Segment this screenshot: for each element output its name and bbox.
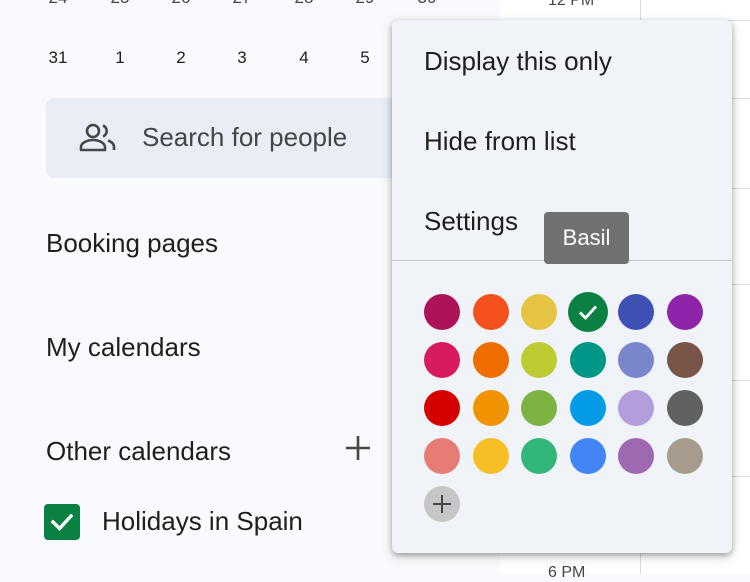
mini-calendar-day[interactable]: 3 [220, 38, 264, 78]
color-swatch[interactable] [618, 390, 654, 426]
mini-calendar-week-row: 24 25 26 27 28 29 30 [28, 0, 448, 18]
plus-icon [433, 495, 451, 513]
color-swatch[interactable] [666, 438, 703, 474]
time-label: 6 PM [548, 564, 586, 581]
mini-calendar-day[interactable]: 26 [159, 0, 203, 18]
plus-icon [346, 436, 370, 460]
calendar-name: Holidays in Spain [102, 506, 303, 536]
mini-calendar-day[interactable]: 4 [282, 38, 326, 78]
checkmark-icon [50, 513, 74, 531]
color-swatch-selected[interactable] [567, 292, 608, 332]
mini-calendar-day[interactable]: 1 [98, 38, 142, 78]
mini-calendar-day[interactable]: 30 [405, 0, 449, 18]
color-swatch[interactable] [521, 342, 557, 378]
mini-calendar-week-row: 31 1 2 3 4 5 [28, 38, 448, 78]
mini-calendar-day[interactable]: 5 [343, 38, 387, 78]
color-swatch[interactable] [521, 294, 557, 330]
calendar-checkbox[interactable] [44, 504, 80, 540]
calendar-list-item[interactable]: Holidays in Spain [44, 504, 374, 544]
mini-calendar-day[interactable]: 24 [36, 0, 80, 18]
mini-calendar-day[interactable]: 31 [36, 38, 80, 78]
color-swatch[interactable] [521, 438, 557, 474]
add-other-calendar-button[interactable] [338, 428, 378, 468]
color-swatch[interactable] [618, 342, 654, 378]
color-swatch[interactable] [666, 342, 703, 378]
color-swatch[interactable] [424, 342, 460, 378]
mini-calendar-day[interactable]: 28 [282, 0, 326, 18]
color-swatch[interactable] [424, 438, 460, 474]
color-swatch[interactable] [569, 342, 606, 378]
mini-calendar-day[interactable]: 29 [343, 0, 387, 18]
mini-calendar-day[interactable]: 27 [220, 0, 264, 18]
color-swatch[interactable] [666, 294, 703, 330]
search-placeholder: Search for people [142, 122, 348, 152]
color-swatch[interactable] [472, 294, 509, 330]
color-swatch[interactable] [618, 294, 654, 330]
mini-calendar-day[interactable]: 2 [159, 38, 203, 78]
color-tooltip: Basil [544, 212, 629, 264]
color-swatch[interactable] [569, 390, 606, 426]
color-swatch[interactable] [424, 390, 460, 426]
booking-pages-heading[interactable]: Booking pages [46, 228, 218, 259]
checkmark-icon [578, 305, 597, 321]
color-swatch[interactable] [521, 390, 557, 426]
time-label: 12 PM [548, 0, 595, 9]
search-people-field[interactable]: Search for people [46, 98, 426, 178]
color-swatch[interactable] [618, 438, 654, 474]
color-swatch[interactable] [472, 342, 509, 378]
color-swatch[interactable] [666, 390, 703, 426]
color-swatch[interactable] [472, 438, 509, 474]
other-calendars-heading[interactable]: Other calendars [46, 436, 231, 467]
color-swatch[interactable] [424, 294, 460, 330]
menu-item-display-this-only[interactable]: Display this only [392, 22, 732, 100]
people-icon [78, 122, 118, 154]
mini-calendar-day[interactable]: 25 [98, 0, 142, 18]
color-swatch[interactable] [569, 438, 606, 474]
add-custom-color-button[interactable] [424, 486, 460, 522]
menu-item-hide-from-list[interactable]: Hide from list [392, 102, 732, 180]
my-calendars-heading[interactable]: My calendars [46, 332, 201, 363]
calendar-options-menu: Display this only Hide from list Setting… [392, 20, 732, 553]
color-swatch[interactable] [472, 390, 509, 426]
